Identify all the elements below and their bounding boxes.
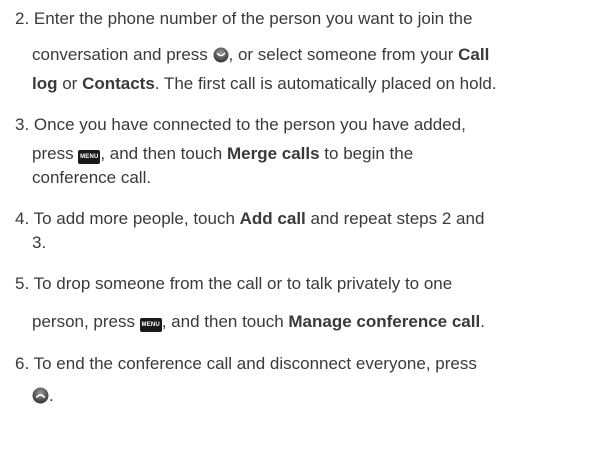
step-number: 4. bbox=[15, 209, 30, 228]
step-text: or bbox=[57, 74, 83, 93]
step-text: and repeat steps 2 and bbox=[305, 209, 485, 228]
step-text: Once you have connected to the person yo… bbox=[33, 115, 466, 134]
step-text: . The first call is automatically placed… bbox=[154, 74, 497, 93]
step-text: , or select someone from your bbox=[228, 45, 459, 64]
step-text: To drop someone from the call or to talk… bbox=[33, 274, 453, 293]
step-5-line-2: person, press MENU, and then touch Manag… bbox=[32, 311, 485, 333]
step-text: , and then touch bbox=[100, 144, 227, 163]
step-3-line-2: press MENU, and then touch Merge calls t… bbox=[32, 143, 413, 165]
call-log-link-part: Call bbox=[458, 45, 490, 64]
step-number: 3. bbox=[15, 115, 30, 134]
step-6-line-2: . bbox=[32, 385, 54, 410]
step-3-line-3: conference call. bbox=[32, 167, 151, 189]
step-text: To add more people, touch bbox=[33, 209, 240, 228]
step-text: conference call. bbox=[32, 168, 152, 187]
step-text: Enter the phone number of the person you… bbox=[33, 9, 473, 28]
step-4-line-1: 4. To add more people, touch Add call an… bbox=[15, 208, 484, 230]
step-2-line-3: log or Contacts. The first call is autom… bbox=[32, 73, 497, 95]
step-text: person, press bbox=[32, 312, 135, 331]
step-2-line-2: conversation and press , or select someo… bbox=[32, 44, 489, 69]
step-4-line-2: 3. bbox=[32, 232, 46, 254]
step-text: . bbox=[49, 386, 54, 405]
menu-key-icon: MENU bbox=[139, 318, 162, 332]
step-text: , and then touch bbox=[161, 312, 289, 331]
step-text: . bbox=[480, 312, 485, 331]
step-number: 5. bbox=[15, 274, 30, 293]
step-text: press bbox=[32, 144, 74, 163]
manage-conference-call-label: Manage conference call bbox=[288, 312, 481, 331]
send-key-icon bbox=[213, 47, 229, 69]
step-number: 2. bbox=[15, 9, 30, 28]
step-number: 6. bbox=[15, 354, 30, 373]
step-text: 3. bbox=[32, 233, 47, 252]
step-6-line-1: 6. To end the conference call and discon… bbox=[15, 353, 477, 375]
add-call-label: Add call bbox=[239, 209, 306, 228]
step-2-line-1: 2. Enter the phone number of the person … bbox=[15, 8, 472, 30]
step-text: to begin the bbox=[319, 144, 414, 163]
contacts-label: Contacts bbox=[82, 74, 155, 93]
end-key-icon bbox=[32, 387, 49, 410]
step-5-line-1: 5. To drop someone from the call or to t… bbox=[15, 273, 452, 295]
step-3-line-1: 3. Once you have connected to the person… bbox=[15, 114, 466, 136]
menu-key-icon: MENU bbox=[78, 150, 101, 164]
step-text: To end the conference call and disconnec… bbox=[33, 354, 477, 373]
step-text: conversation and press bbox=[32, 45, 208, 64]
call-log-link-part: log bbox=[32, 74, 58, 93]
merge-calls-label: Merge calls bbox=[226, 144, 320, 163]
